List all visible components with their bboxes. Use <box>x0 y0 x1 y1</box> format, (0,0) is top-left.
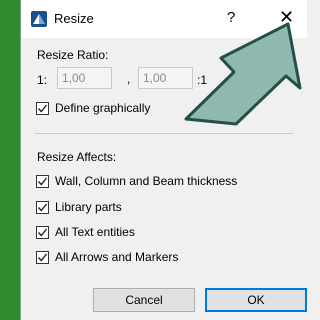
callout-arrow-shape <box>184 22 302 126</box>
callout-arrow <box>184 22 302 126</box>
